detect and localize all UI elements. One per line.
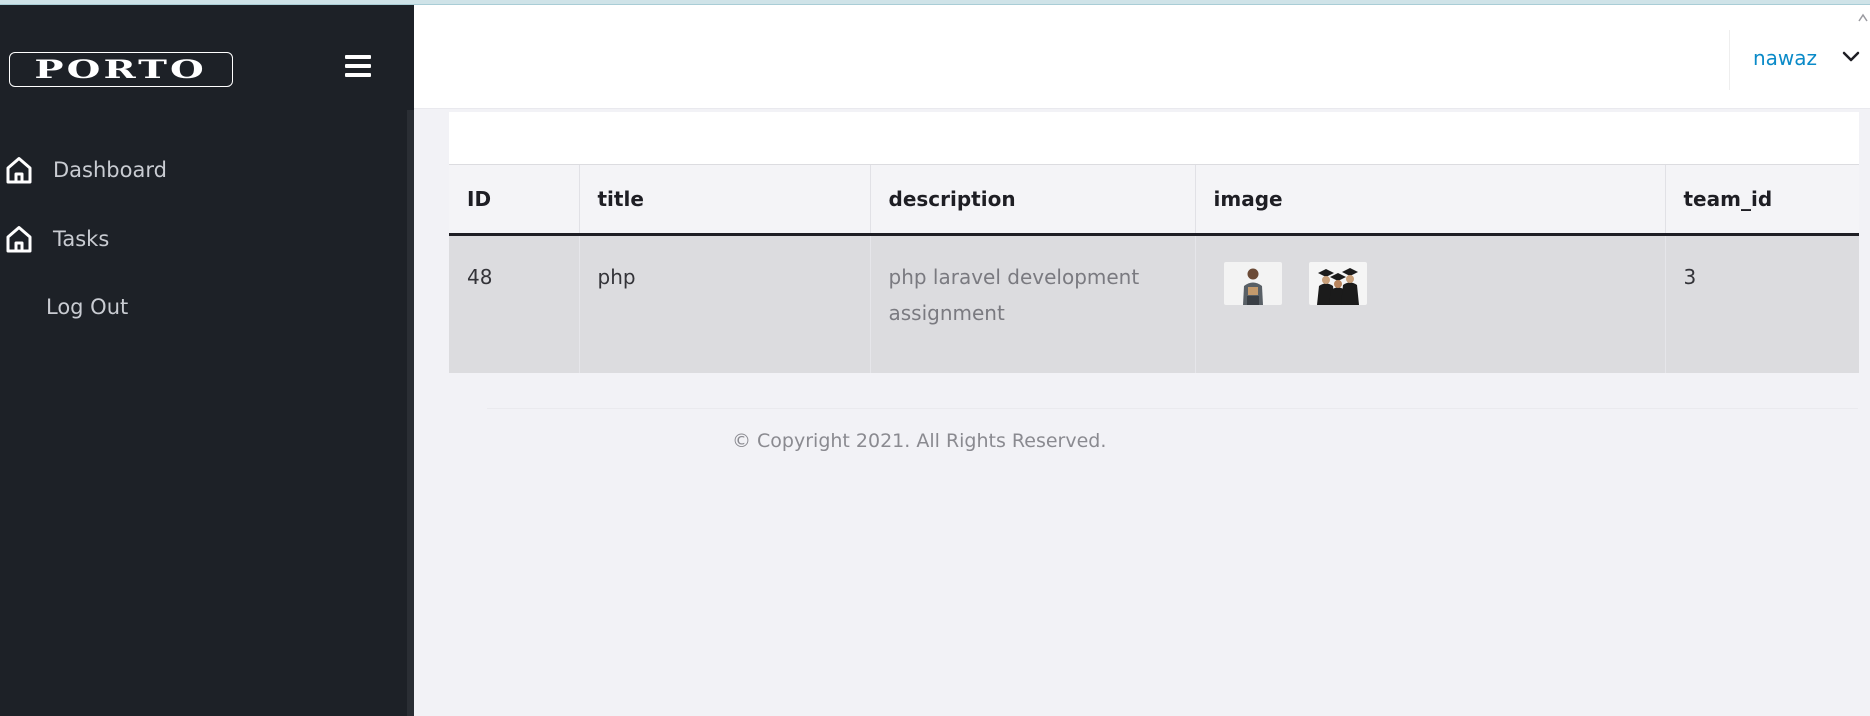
home-icon (6, 157, 32, 184)
cell-title: php (579, 234, 871, 373)
cell-description: php laravel development assignment (870, 234, 1196, 373)
table-panel-header (449, 112, 1859, 165)
porto-logo[interactable]: PORTO (9, 52, 233, 87)
column-header-title[interactable]: title (579, 165, 871, 236)
user-menu-name[interactable]: nawaz (1753, 46, 1817, 70)
sidebar-item-label: Log Out (46, 295, 129, 319)
scroll-up-arrow-icon[interactable] (1858, 12, 1868, 24)
sidebar-item-label: Dashboard (53, 158, 167, 182)
sidebar-item-dashboard[interactable]: Dashboard (0, 155, 167, 185)
column-header-team-id[interactable]: team_id (1665, 165, 1859, 236)
top-header (414, 5, 1870, 109)
column-header-image[interactable]: image (1195, 165, 1666, 236)
graduates-photo-thumbnail[interactable] (1308, 261, 1367, 305)
column-header-id[interactable]: ID (449, 165, 580, 236)
menu-toggle-icon[interactable] (345, 55, 371, 77)
sidebar: PORTO Dashboard Tasks Log Out (0, 5, 414, 716)
header-divider (1729, 30, 1730, 90)
sidebar-item-logout[interactable]: Log Out (46, 295, 128, 319)
sidebar-item-label: Tasks (53, 227, 110, 251)
sidebar-item-tasks[interactable]: Tasks (0, 224, 109, 254)
logo-text: PORTO (34, 55, 208, 84)
column-header-description[interactable]: description (870, 165, 1196, 236)
cell-id: 48 (449, 234, 580, 373)
tasks-table: ID title description image team_id 48 ph… (449, 165, 1859, 373)
cell-image (1195, 234, 1666, 373)
table-header-row: ID title description image team_id (449, 165, 1859, 236)
sidebar-scrollbar[interactable] (407, 110, 414, 716)
home-icon (6, 226, 32, 253)
chevron-down-icon[interactable] (1842, 50, 1860, 64)
copyright-text: © Copyright 2021. All Rights Reserved. (732, 430, 1107, 452)
cell-team-id: 3 (1665, 234, 1859, 373)
table-row[interactable]: 48 php php laravel development assignmen… (449, 234, 1859, 373)
student-photo-thumbnail[interactable] (1223, 261, 1282, 305)
footer-divider (487, 408, 1858, 409)
